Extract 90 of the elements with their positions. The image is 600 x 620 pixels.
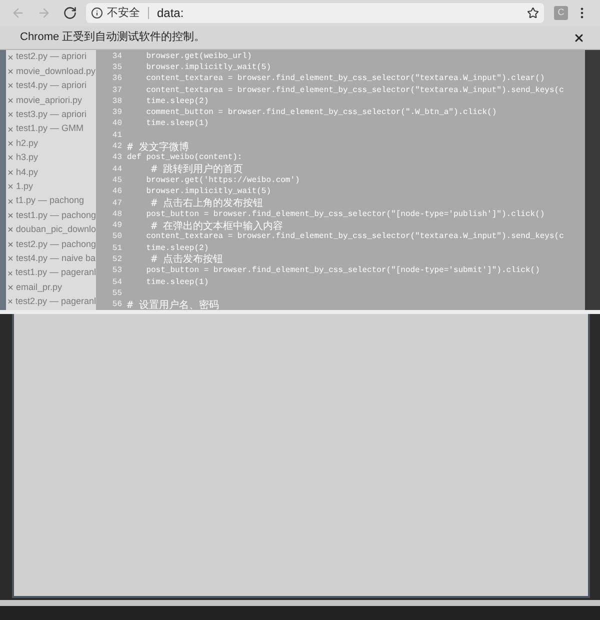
infobar-message: Chrome 正受到自动测试软件的控制。 <box>20 30 206 46</box>
close-tab-icon[interactable] <box>7 183 14 190</box>
file-list-item[interactable]: test2.py — pachong <box>16 238 96 252</box>
line-number: 51 <box>111 242 122 255</box>
code-comment: # 在弹出的文本框中输入内容 <box>150 220 284 232</box>
file-list-item[interactable]: t1.py — pachong <box>16 194 84 208</box>
code-comment: # 发文字微博 <box>127 142 190 153</box>
file-list-item[interactable]: 1.py <box>16 180 34 194</box>
code-line: time.sleep(1) <box>145 276 209 289</box>
close-tab-icon[interactable] <box>7 255 14 262</box>
address-bar[interactable]: 不安全 data: <box>86 3 544 23</box>
close-tab-icon[interactable] <box>7 284 14 291</box>
code-line: def post_weibo(content): <box>127 152 242 164</box>
file-list-item[interactable]: h4.py <box>16 166 38 180</box>
close-icon <box>573 32 585 44</box>
close-tab-icon[interactable] <box>7 82 14 90</box>
code-line: browser.get(weibo_url) <box>145 50 252 63</box>
close-tab-icon[interactable] <box>7 212 14 219</box>
forward-arrow-icon <box>37 6 51 20</box>
line-number: 54 <box>111 276 122 289</box>
code-comment: # 点击发布按钮 <box>150 254 224 266</box>
file-list-item[interactable]: test4.py — apriori <box>16 79 87 93</box>
line-number: 39 <box>111 107 122 120</box>
close-tab-icon[interactable] <box>7 168 14 176</box>
file-list-item[interactable]: test2.py — pageranl <box>15 295 96 309</box>
security-label: 不安全 <box>107 6 140 21</box>
line-number: 34 <box>111 50 122 63</box>
line-number: 45 <box>111 174 122 187</box>
close-tab-icon[interactable] <box>7 154 14 162</box>
extension-button[interactable]: C <box>554 6 568 20</box>
reload-icon <box>63 6 77 20</box>
line-number: 47 <box>111 198 122 210</box>
code-comment: # 跳转到用户的首页 <box>150 164 244 176</box>
code-line: content_textarea = browser.find_element_by_css_selector("textarea.W_input").send_keys(c <box>145 84 564 97</box>
code-line: time.sleep(1) <box>145 118 209 130</box>
file-list-item[interactable]: douban_pic_downlo <box>16 223 96 237</box>
close-tab-icon[interactable] <box>7 111 14 118</box>
line-number: 53 <box>111 265 122 278</box>
line-number: 49 <box>111 220 122 232</box>
file-list-item[interactable]: movie_apriori.py <box>16 94 82 108</box>
file-list-item[interactable]: movie_download.py <box>16 64 96 78</box>
line-number: 35 <box>111 62 122 74</box>
line-number: 44 <box>111 164 122 176</box>
close-tab-icon[interactable] <box>7 126 14 133</box>
line-number: 55 <box>111 288 122 300</box>
close-tab-icon[interactable] <box>7 226 14 234</box>
line-number: 38 <box>111 96 122 108</box>
code-line: browser.get('https://weibo.com') <box>145 174 300 187</box>
code-comment: # 设置用户名、密码 <box>127 300 220 311</box>
line-number: 36 <box>111 73 122 86</box>
line-number: 41 <box>111 130 122 142</box>
code-line: post_button = browser.find_element_by_css_selector("[node-type='submit']").click() <box>145 265 540 278</box>
code-line: content_textarea = browser.find_element_by_css_selector("textarea.W_input").send_keys(c <box>145 231 564 244</box>
file-list-item[interactable]: test3.py — apriori <box>16 108 87 122</box>
close-tab-icon[interactable] <box>7 140 14 148</box>
file-list-item[interactable]: test2.py — apriori <box>16 50 87 64</box>
line-number: 48 <box>111 208 122 221</box>
file-list-item[interactable]: test1.py — GMM <box>16 122 84 136</box>
line-number: 43 <box>111 152 122 164</box>
file-list-item[interactable]: email_pr.py <box>16 280 62 294</box>
line-number: 37 <box>111 84 122 97</box>
close-tab-icon[interactable] <box>7 96 14 104</box>
url-text: data: <box>157 5 185 22</box>
close-tab-icon[interactable] <box>7 198 14 205</box>
code-line: time.sleep(2) <box>145 96 209 108</box>
file-list-item[interactable]: test4.py — naive ba <box>16 252 96 266</box>
file-list-item[interactable]: h2.py <box>16 136 38 150</box>
close-tab-icon[interactable] <box>7 298 14 306</box>
code-line: browser.implicitly_wait(5) <box>145 186 272 198</box>
code-line: time.sleep(2) <box>145 242 209 254</box>
line-number: 50 <box>111 231 122 244</box>
code-line: comment_button = browser.find_element_by_css_selector(".W_btn_a").click() <box>145 107 497 119</box>
code-comment: # 点击右上角的发布按钮 <box>150 198 264 209</box>
bookmark-star-icon[interactable] <box>527 7 539 19</box>
line-number: 52 <box>111 254 122 266</box>
file-list-item[interactable]: test1.py — pachong <box>16 208 96 222</box>
line-number: 40 <box>111 118 122 130</box>
file-list-item[interactable]: test1.py — pageranl <box>15 266 96 280</box>
close-tab-icon[interactable] <box>7 270 14 277</box>
code-line: browser.implicitly_wait(5) <box>145 62 272 74</box>
code-line: post_button = browser.find_element_by_css_selector("[node-type='publish']").click() <box>145 208 545 220</box>
line-number: 46 <box>111 186 122 198</box>
line-number: 56 <box>111 299 122 312</box>
close-tab-icon[interactable] <box>7 240 14 248</box>
code-line: content_textarea = browser.find_element_by_css_selector("textarea.W_input").clear() <box>145 73 545 86</box>
close-tab-icon[interactable] <box>7 68 14 76</box>
line-number: 42 <box>111 141 122 154</box>
info-icon[interactable] <box>91 7 103 19</box>
file-list-item[interactable]: h3.py <box>16 151 38 165</box>
close-tab-icon[interactable] <box>7 54 14 61</box>
